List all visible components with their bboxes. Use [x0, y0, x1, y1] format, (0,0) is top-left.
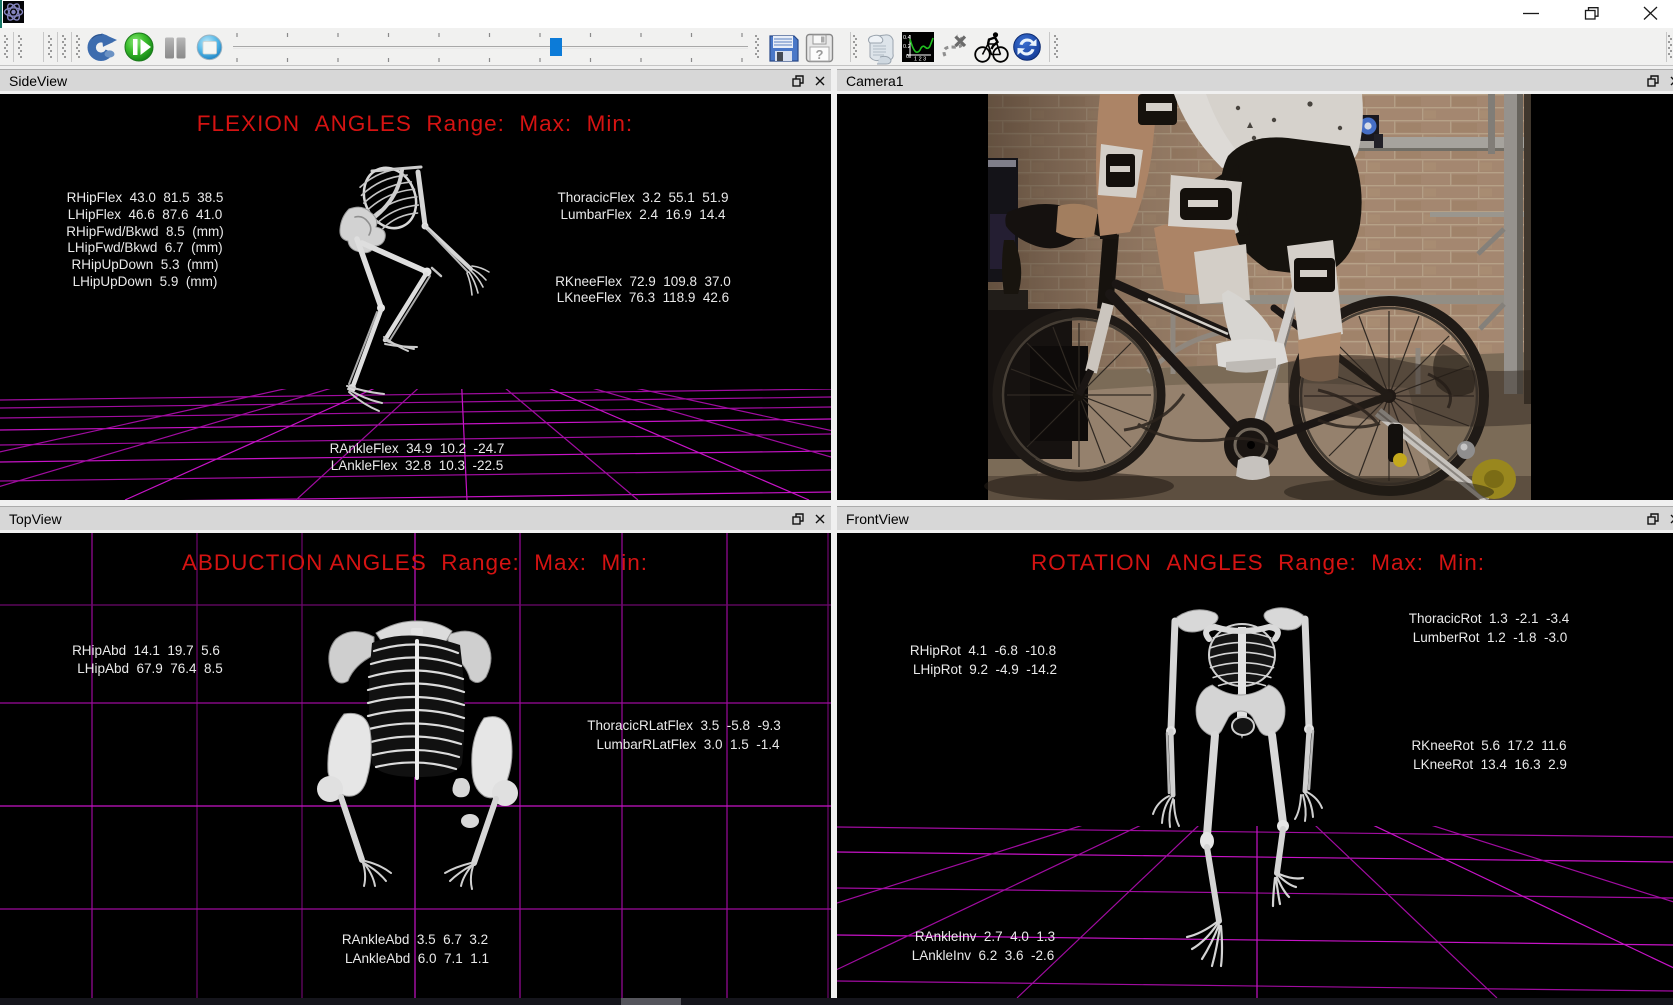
svg-text:FLEXION ANGLES Range: Max:: FLEXION ANGLES Range: Max: Min: — [197, 111, 633, 136]
svg-text:LHipFwd/Bkwd 6.7 (mm): LHipFwd/Bkwd 6.7 (mm) — [67, 240, 222, 255]
svg-text:LumberRot 1.2 -1.8 -3.0: LumberRot 1.2 -1.8 -3.0 — [1413, 630, 1568, 645]
svg-text:LHipFlex 46.6 87.6 41.0: LHipFlex 46.6 87.6 41.0 — [68, 207, 223, 222]
svg-text:LAnkleAbd 6.0 7.1 1.1: LAnkleAbd 6.0 7.1 1.1 — [345, 951, 489, 966]
svg-text:0: 0 — [906, 54, 909, 60]
svg-text:RAnkleInv 2.7 4.0 1.3: RAnkleInv 2.7 4.0 1.3 — [915, 929, 1055, 944]
svg-text:RAnkleFlex 34.9 10.2 -24.7: RAnkleFlex 34.9 10.2 -24.7 — [330, 441, 505, 456]
svg-text:ThoracicRLatFlex 3.5 -5.8 -: ThoracicRLatFlex 3.5 -5.8 -9.3 — [587, 718, 781, 733]
svg-text:1 2 3: 1 2 3 — [914, 57, 926, 63]
svg-text:0.2: 0.2 — [903, 44, 911, 50]
svg-text:ROTATION ANGLES Range: Max:: ROTATION ANGLES Range: Max: Min: — [1031, 550, 1485, 575]
svg-text:ThoracicFlex 3.2 55.1 51.9: ThoracicFlex 3.2 55.1 51.9 — [557, 190, 728, 205]
svg-text:LHipAbd 67.9 76.4 8.5: LHipAbd 67.9 76.4 8.5 — [77, 661, 223, 676]
svg-text:ABDUCTION ANGLES Range: Max:: ABDUCTION ANGLES Range: Max: Min: — [182, 550, 648, 575]
svg-text:LAnkleInv 6.2 3.6 -2.6: LAnkleInv 6.2 3.6 -2.6 — [912, 948, 1055, 963]
svg-text:LKneeRot 13.4 16.3 2.9: LKneeRot 13.4 16.3 2.9 — [1413, 757, 1567, 772]
svg-text:LumbarRLatFlex 3.0 1.5 -1.4: LumbarRLatFlex 3.0 1.5 -1.4 — [596, 737, 780, 752]
svg-text:LAnkleFlex 32.8 10.3 -22.5: LAnkleFlex 32.8 10.3 -22.5 — [331, 458, 504, 473]
svg-text:LKneeFlex 76.3 118.9 42.6: LKneeFlex 76.3 118.9 42.6 — [557, 290, 729, 305]
svg-text:RHipUpDown 5.3 (mm): RHipUpDown 5.3 (mm) — [71, 257, 218, 272]
svg-text:LumbarFlex 2.4 16.9 14.4: LumbarFlex 2.4 16.9 14.4 — [560, 207, 726, 222]
svg-text:RAnkleAbd 3.5 6.7 3.2: RAnkleAbd 3.5 6.7 3.2 — [342, 932, 488, 947]
svg-text:ThoracicRot 1.3 -2.1 -3.4: ThoracicRot 1.3 -2.1 -3.4 — [1409, 611, 1570, 626]
svg-text:RHipFwd/Bkwd 8.5 (mm): RHipFwd/Bkwd 8.5 (mm) — [66, 224, 224, 239]
svg-text:?: ? — [816, 47, 824, 62]
svg-text:LHipRot 9.2 -4.9 -14.2: LHipRot 9.2 -4.9 -14.2 — [913, 662, 1057, 677]
svg-text:RKneeRot 5.6 17.2 11.6: RKneeRot 5.6 17.2 11.6 — [1411, 738, 1566, 753]
svg-text:RHipAbd 14.1 19.7 5.6: RHipAbd 14.1 19.7 5.6 — [72, 643, 220, 658]
svg-text:RKneeFlex 72.9 109.8 37.0: RKneeFlex 72.9 109.8 37.0 — [555, 274, 731, 289]
svg-text:LHipUpDown 5.9 (mm): LHipUpDown 5.9 (mm) — [73, 274, 218, 289]
svg-text:RHipFlex 43.0 81.5 38.5: RHipFlex 43.0 81.5 38.5 — [67, 190, 224, 205]
svg-text:RHipRot 4.1 -6.8 -10.8: RHipRot 4.1 -6.8 -10.8 — [910, 643, 1056, 658]
svg-text:0.4: 0.4 — [903, 35, 911, 41]
